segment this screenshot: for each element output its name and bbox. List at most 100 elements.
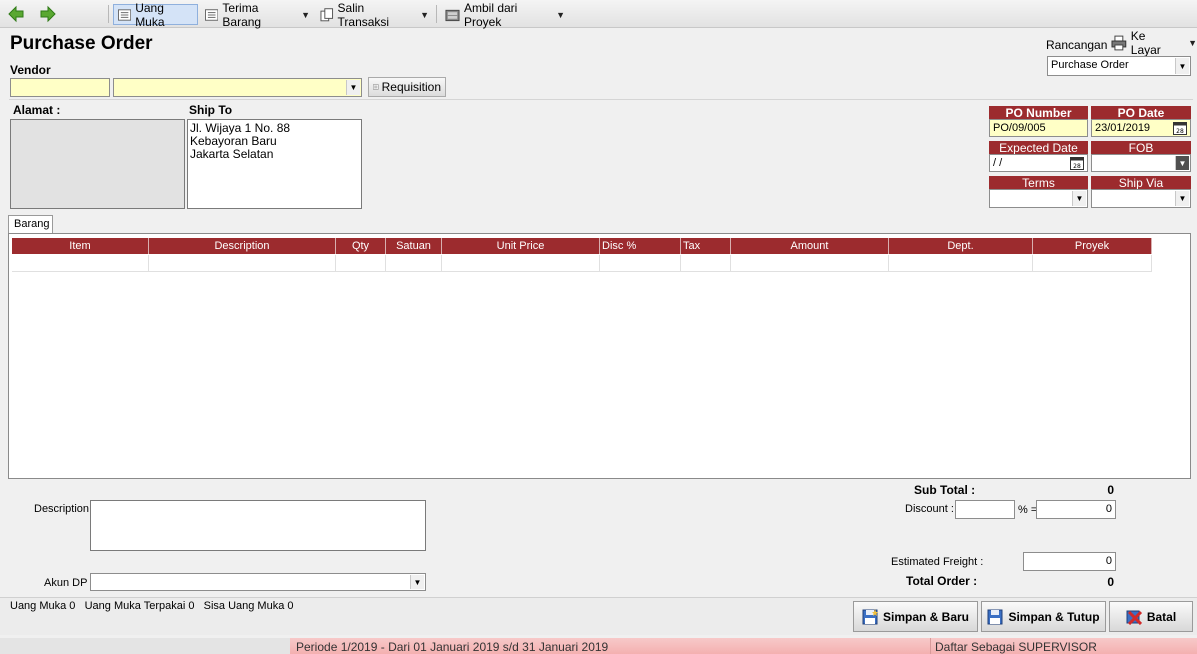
grid-cell-satuan[interactable] [386,255,442,272]
po-date-field[interactable]: 23/01/2019 28 [1091,119,1191,137]
terms-label: Terms [989,176,1088,190]
po-number-label: PO Number [989,106,1088,120]
page-title: Purchase Order [10,33,153,54]
column-header-dept[interactable]: Dept. [889,238,1033,254]
column-header-item[interactable]: Item [12,238,149,254]
simpan-tutup-label: Simpan & Tutup [1008,609,1100,624]
column-header-proyek[interactable]: Proyek [1033,238,1152,254]
alamat-label: Alamat : [13,103,61,117]
simpan-tutup-button[interactable]: Simpan & Tutup [981,601,1106,632]
description-textarea[interactable] [90,500,426,551]
grid-cell-amount[interactable] [731,255,889,272]
terima-barang-button[interactable]: Terima Barang ▼ [201,1,314,29]
estimated-freight-field[interactable]: 0 [1023,552,1116,571]
column-header-amount[interactable]: Amount [731,238,889,254]
chevron-down-icon[interactable]: ▼ [346,80,360,95]
rancangan-label: Rancangan [1046,38,1108,52]
chevron-down-icon[interactable]: ▼ [1188,38,1197,48]
uang-muka-summary: Uang Muka 0 Uang Muka Terpakai 0 Sisa Ua… [10,600,294,612]
akun-dp-label: Akun DP [44,577,88,589]
ship-to-field[interactable]: Jl. Wijaya 1 No. 88 Kebayoran Baru Jakar… [187,119,362,209]
ambil-dari-proyek-button[interactable]: Ambil dari Proyek ▼ [441,1,569,29]
po-date-label: PO Date [1091,106,1191,120]
column-header-disc[interactable]: Disc % [600,238,681,254]
back-arrow-icon[interactable] [6,4,26,27]
vendor-label: Vendor [10,63,51,77]
grid-cell-description[interactable] [149,255,336,272]
chevron-down-icon[interactable]: ▼ [1072,191,1086,206]
column-header-qty[interactable]: Qty [336,238,386,254]
total-order-value: 0 [1107,575,1114,589]
grid-cell-tax[interactable] [681,255,731,272]
total-order-label: Total Order : [906,574,978,588]
calendar-icon[interactable]: 28 [1070,156,1084,170]
akun-dp-select[interactable]: ▼ [90,573,426,591]
grid-cell-dept[interactable] [889,255,1033,272]
ship-to-label: Ship To [189,103,233,117]
terms-select[interactable]: ▼ [989,189,1088,208]
expected-date-value: / / [993,157,1003,169]
tab-barang[interactable]: Barang [8,215,53,233]
uang-muka-button[interactable]: Uang Muka [113,1,198,29]
chevron-down-icon[interactable]: ▼ [410,575,424,589]
column-header-description[interactable]: Description [149,238,336,254]
ship-to-line: Jakarta Selatan [190,147,274,161]
grid-cell-unit-price[interactable] [442,255,600,272]
estimated-freight-label: Estimated Freight : [891,556,984,568]
batal-label: Batal [1146,609,1177,624]
template-value: Purchase Order [1051,59,1129,71]
salin-transaksi-label: Salin Transaksi [337,0,390,29]
ship-via-select[interactable]: ▼ [1091,189,1191,208]
simpan-baru-button[interactable]: Simpan & Baru [853,601,978,632]
batal-button[interactable]: Batal [1109,601,1193,632]
items-grid[interactable]: Item Description Qty Satuan Unit Price D… [8,233,1191,479]
uang-muka-label: Uang Muka [135,0,165,29]
alamat-field[interactable] [10,119,185,209]
expected-date-label: Expected Date [989,141,1088,155]
svg-text:28: 28 [1073,163,1081,170]
list-icon [373,84,379,90]
salin-transaksi-button[interactable]: Salin Transaksi ▼ [316,1,433,29]
chevron-down-icon[interactable]: ▼ [301,10,310,20]
ship-via-label: Ship Via [1091,176,1191,190]
chevron-down-icon[interactable]: ▼ [420,10,429,20]
grid-cell-proyek[interactable] [1033,255,1152,272]
requisition-button[interactable]: Requisition [368,77,446,97]
forward-arrow-icon[interactable] [38,4,58,27]
grid-cell-item[interactable] [12,255,149,272]
copy-document-icon [320,7,334,21]
list-icon [205,8,219,21]
terima-barang-label: Terima Barang [222,0,262,29]
vendor-name-select[interactable]: ▼ [113,78,362,97]
grid-cell-disc[interactable] [600,255,681,272]
requisition-label: Requisition [381,80,441,94]
discount-percent-field[interactable] [955,500,1015,519]
printer-icon [1111,35,1127,51]
column-header-satuan[interactable]: Satuan [386,238,442,254]
list-icon [118,8,132,21]
status-user: Daftar Sebagai SUPERVISOR [930,638,1197,654]
ambil-dari-proyek-label: Ambil dari Proyek [463,0,518,29]
vendor-code-field[interactable] [10,78,110,97]
calendar-icon[interactable]: 28 [1173,121,1187,135]
grid-cell-qty[interactable] [336,255,386,272]
expected-date-field[interactable]: / / 28 [989,154,1088,172]
header-divider [9,99,1193,100]
po-number-field[interactable]: PO/09/005 [989,119,1088,137]
ke-layar-button[interactable]: Ke Layar ▼ [1111,29,1197,57]
discount-value-field[interactable]: 0 [1036,500,1116,519]
save-icon [987,609,1003,624]
fob-select[interactable]: ▼ [1091,154,1191,172]
column-header-unit-price[interactable]: Unit Price [442,238,600,254]
project-icon [445,9,460,21]
chevron-down-icon[interactable]: ▼ [1175,191,1189,206]
chevron-down-icon[interactable]: ▼ [1175,156,1189,170]
status-period: Periode 1/2019 - Dari 01 Januari 2019 s/… [290,638,930,654]
chevron-down-icon[interactable]: ▼ [1175,58,1189,74]
chevron-down-icon[interactable]: ▼ [556,10,565,20]
template-select[interactable]: Purchase Order ▼ [1047,56,1191,76]
description-label: Description [34,503,90,515]
sub-total-value: 0 [1107,483,1114,497]
save-new-icon [862,608,878,624]
column-header-tax[interactable]: Tax [681,238,731,254]
